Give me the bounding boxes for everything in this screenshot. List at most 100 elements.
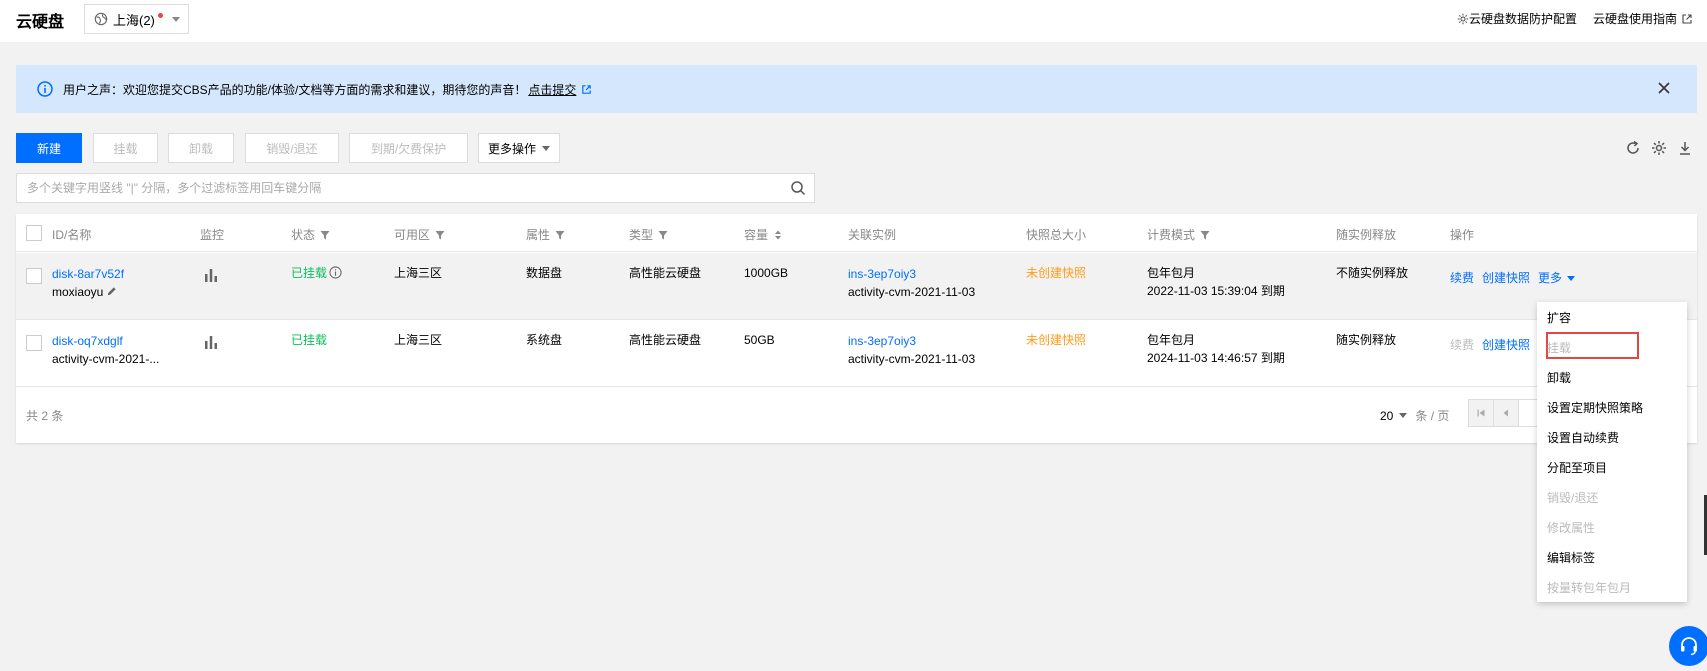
renew-link[interactable]: 续费: [1450, 269, 1474, 287]
menu-item-modify-attr[interactable]: 修改属性: [1547, 519, 1595, 536]
chevron-down-icon: [542, 145, 550, 151]
create-snapshot-link[interactable]: 创建快照: [1482, 269, 1530, 287]
settings-icon[interactable]: [1651, 140, 1667, 156]
instance-name: activity-cvm-2021-11-03: [848, 352, 976, 366]
expire-protect-button[interactable]: 到期/欠费保护: [349, 133, 468, 163]
type-cell: 高性能云硬盘: [629, 333, 702, 347]
expire-cell: 2024-11-03 14:46:57 到期: [1147, 351, 1285, 365]
data-protection-link[interactable]: 云硬盘数据防护配置: [1457, 10, 1577, 27]
menu-item-attach[interactable]: 挂载: [1547, 339, 1571, 356]
close-icon[interactable]: [1657, 81, 1671, 95]
info-circle-icon[interactable]: [329, 266, 342, 279]
prev-page-icon: [1503, 409, 1508, 417]
col-status[interactable]: 状态: [291, 226, 330, 243]
expire-cell: 2022-11-03 15:39:04 到期: [1147, 284, 1285, 298]
search-box: [16, 173, 815, 203]
release-cell: 不随实例释放: [1336, 266, 1409, 280]
col-zone[interactable]: 可用区: [394, 226, 445, 243]
download-icon[interactable]: [1677, 140, 1693, 156]
chevron-down-icon: [1567, 275, 1576, 281]
total-count: 共 2 条: [26, 409, 64, 423]
table-row: disk-oq7xdglf activity-cvm-2021-... 已挂载 …: [16, 320, 1697, 387]
filter-icon[interactable]: [435, 230, 445, 240]
col-instance: 关联实例: [848, 228, 897, 242]
edit-icon[interactable]: [106, 286, 117, 297]
col-billing[interactable]: 计费模式: [1147, 226, 1210, 243]
pagination: [1468, 399, 1544, 427]
menu-item-assign-project[interactable]: 分配至项目: [1547, 459, 1607, 476]
zone-cell: 上海三区: [394, 333, 443, 347]
snapshot-cell: 未创建快照: [1026, 333, 1087, 347]
disk-name: moxiaoyu: [52, 283, 117, 301]
region-label: 上海(2): [113, 12, 155, 28]
disk-id-link[interactable]: disk-oq7xdglf: [52, 332, 123, 350]
status-badge: 已挂载: [291, 333, 328, 347]
prev-page-button[interactable]: [1493, 399, 1519, 427]
menu-item-detach[interactable]: 卸载: [1547, 369, 1571, 386]
first-page-icon: [1477, 409, 1485, 417]
detach-button[interactable]: 卸载: [168, 133, 234, 163]
menu-item-edit-tags[interactable]: 编辑标签: [1547, 549, 1595, 566]
release-cell: 随实例释放: [1336, 333, 1397, 347]
col-capacity[interactable]: 容量: [744, 226, 783, 243]
menu-item-destroy[interactable]: 销毁/退还: [1547, 489, 1598, 506]
status-badge: 已挂载: [291, 264, 342, 282]
more-link[interactable]: 更多: [1538, 269, 1576, 287]
help-chat-button[interactable]: [1669, 626, 1707, 666]
more-actions-button[interactable]: 更多操作: [478, 133, 560, 163]
instance-id-link[interactable]: ins-3ep7oiy3: [848, 265, 916, 283]
search-icon[interactable]: [790, 180, 806, 196]
renew-link[interactable]: 续费: [1450, 336, 1474, 354]
select-all-checkbox[interactable]: [26, 225, 42, 241]
row-checkbox[interactable]: [26, 335, 42, 351]
sort-icon[interactable]: [773, 230, 783, 240]
filter-icon[interactable]: [320, 230, 330, 240]
table-footer: 共 2 条 20 条 / 页: [16, 388, 1697, 443]
disk-name: activity-cvm-2021-...: [52, 352, 160, 366]
col-monitor: 监控: [200, 228, 225, 242]
new-button[interactable]: 新建: [16, 133, 82, 163]
refresh-icon[interactable]: [1625, 140, 1641, 156]
col-type[interactable]: 类型: [629, 226, 668, 243]
monitor-chart-icon[interactable]: [204, 336, 218, 349]
instance-name: activity-cvm-2021-11-03: [848, 285, 976, 299]
menu-item-snapshot-policy[interactable]: 设置定期快照策略: [1547, 399, 1643, 416]
disk-table: ID/名称 监控 状态 可用区 属性 类型 容量 关联实例 快照总大小 计费模式…: [16, 214, 1697, 443]
billing-cell: 包年包月: [1147, 266, 1196, 280]
menu-item-expand[interactable]: 扩容: [1547, 309, 1571, 326]
filter-icon[interactable]: [1200, 230, 1210, 240]
destroy-button[interactable]: 销毁/退还: [245, 133, 339, 163]
capacity-cell: 50GB: [744, 333, 775, 347]
more-actions-menu: 扩容 挂载 卸载 设置定期快照策略 设置自动续费 分配至项目 销毁/退还 修改属…: [1537, 302, 1687, 602]
external-link-icon: [1682, 13, 1692, 24]
first-page-button[interactable]: [1468, 399, 1494, 427]
headset-icon: [1681, 637, 1697, 656]
top-bar: 云硬盘 上海(2) 云硬盘数据防护配置 云硬盘使用指南: [0, 0, 1707, 42]
search-input[interactable]: [27, 181, 790, 195]
attach-button[interactable]: 挂载: [93, 133, 158, 163]
menu-item-auto-renew[interactable]: 设置自动续费: [1547, 429, 1619, 446]
page-size-selector[interactable]: 20 条 / 页: [1380, 407, 1449, 424]
billing-cell: 包年包月: [1147, 333, 1196, 347]
menu-item-convert-billing[interactable]: 按量转包年包月: [1547, 579, 1631, 596]
monitor-chart-icon[interactable]: [204, 269, 218, 282]
page-title: 云硬盘: [16, 14, 65, 31]
chevron-down-icon: [171, 16, 180, 22]
notice-submit-link[interactable]: 点击提交: [528, 81, 576, 98]
row-checkbox[interactable]: [26, 268, 42, 284]
gear-icon: [1457, 13, 1469, 24]
filter-icon[interactable]: [658, 230, 668, 240]
instance-id-link[interactable]: ins-3ep7oiy3: [848, 332, 916, 350]
page-size-value: 20: [1380, 408, 1394, 423]
snapshot-cell: 未创建快照: [1026, 266, 1087, 280]
guide-link[interactable]: 云硬盘使用指南: [1593, 10, 1693, 27]
col-actions: 操作: [1450, 228, 1475, 242]
disk-id-link[interactable]: disk-8ar7v52f: [52, 265, 124, 283]
col-attr[interactable]: 属性: [526, 226, 565, 243]
attr-cell: 系统盘: [526, 333, 563, 347]
col-id-name: ID/名称: [52, 228, 92, 242]
filter-icon[interactable]: [555, 230, 565, 240]
region-selector[interactable]: 上海(2): [84, 4, 189, 34]
page-size-unit: 条 / 页: [1415, 409, 1450, 423]
create-snapshot-link[interactable]: 创建快照: [1482, 336, 1530, 354]
